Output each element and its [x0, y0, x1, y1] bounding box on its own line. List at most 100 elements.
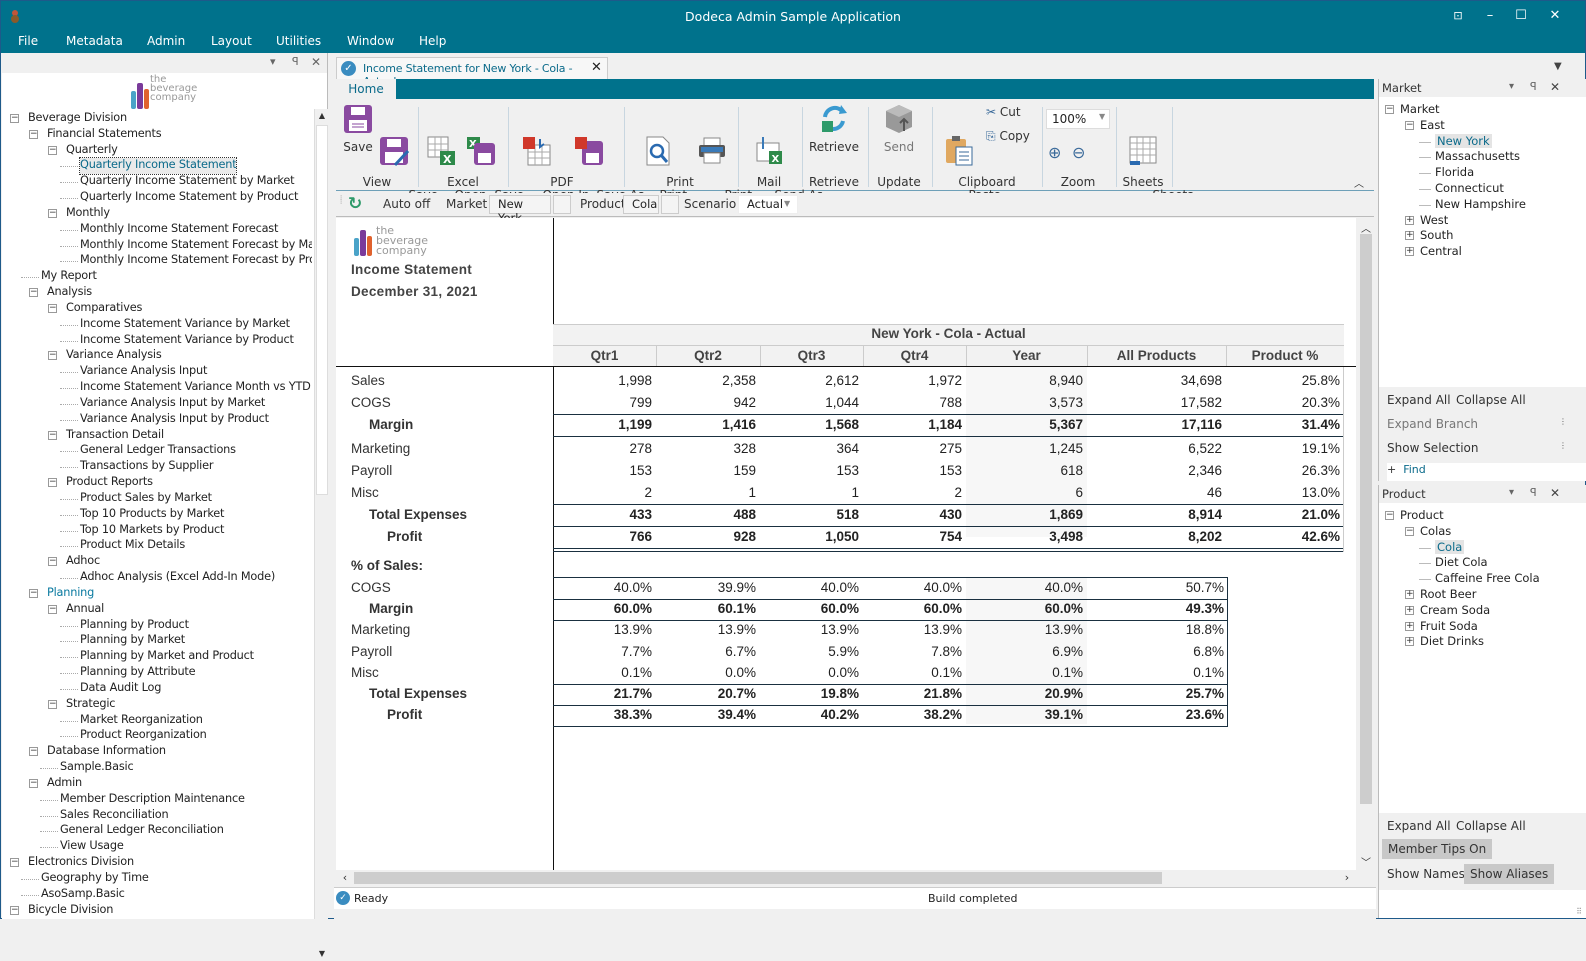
expand-all-button[interactable]: Expand All: [1387, 393, 1451, 407]
data-cell[interactable]: 2: [553, 485, 652, 500]
grid-horizontal-scrollbar[interactable]: ‹ ›: [336, 870, 1356, 886]
minus-expander-icon[interactable]: −: [48, 351, 57, 361]
data-cell[interactable]: 18.8%: [1087, 622, 1224, 637]
data-cell[interactable]: 1,199: [553, 417, 652, 432]
data-cell[interactable]: 13.9%: [863, 622, 962, 637]
tree-item[interactable]: Top 10 Markets by Product: [80, 523, 224, 539]
data-cell[interactable]: 13.9%: [656, 622, 756, 637]
tree-item[interactable]: Monthly Income Statement Forecast by Mar…: [80, 238, 312, 254]
close-window-button[interactable]: ✕: [1545, 7, 1565, 25]
maximize-button[interactable]: ☐: [1511, 7, 1531, 25]
data-cell[interactable]: 0.1%: [966, 665, 1083, 680]
tree-item[interactable]: Product Mix Details: [80, 538, 185, 554]
close-tab-icon[interactable]: ✕: [591, 60, 602, 75]
data-cell[interactable]: 40.0%: [760, 580, 859, 595]
tree-item[interactable]: Fruit Soda: [1420, 619, 1478, 633]
tree-item[interactable]: Bicycle Division: [28, 903, 113, 919]
plus-expander-icon[interactable]: +: [1405, 215, 1414, 225]
data-cell[interactable]: 2,612: [760, 373, 859, 388]
scroll-right-arrow[interactable]: ›: [1340, 871, 1354, 884]
show-selection-button[interactable]: Show Selection: [1387, 441, 1479, 455]
scroll-left-arrow[interactable]: ‹: [338, 871, 352, 884]
tree-item[interactable]: Monthly: [66, 206, 110, 222]
tree-item[interactable]: Annual: [66, 602, 104, 618]
find-link[interactable]: + Find: [1387, 463, 1586, 481]
data-cell[interactable]: 0.1%: [553, 665, 652, 680]
data-cell[interactable]: 8,202: [1087, 529, 1222, 544]
tree-item[interactable]: Monthly Income Statement Forecast: [80, 222, 278, 238]
data-cell[interactable]: 7.7%: [553, 644, 652, 659]
tree-item[interactable]: Comparatives: [66, 301, 142, 317]
data-cell[interactable]: 1,245: [966, 441, 1083, 456]
menu-admin[interactable]: Admin: [147, 34, 185, 48]
data-cell[interactable]: 5,367: [966, 417, 1083, 432]
tree-item[interactable]: Sample.Basic: [60, 760, 134, 776]
close-pane-icon[interactable]: ✕: [311, 55, 321, 69]
tree-item[interactable]: Colas: [1420, 524, 1451, 538]
tree-item[interactable]: Variance Analysis Input by Product: [80, 412, 269, 428]
data-cell[interactable]: 6,522: [1087, 441, 1222, 456]
copy-button[interactable]: ⎘ Copy: [986, 128, 1036, 144]
data-cell[interactable]: 1,050: [760, 529, 859, 544]
tree-item[interactable]: Connecticut: [1435, 181, 1504, 195]
minus-expander-icon[interactable]: −: [48, 303, 57, 313]
overflow-icon[interactable]: ⋮: [1559, 441, 1567, 450]
expand-branch-button[interactable]: Expand Branch: [1387, 417, 1478, 431]
data-cell[interactable]: 2: [863, 485, 962, 500]
tree-item[interactable]: Diet Drinks: [1420, 634, 1484, 648]
data-cell[interactable]: 46: [1087, 485, 1222, 500]
tree-item[interactable]: Planning by Market: [80, 633, 185, 649]
tree-item[interactable]: Variance Analysis: [66, 348, 162, 364]
restore-down-icon[interactable]: ⊡: [1448, 7, 1468, 25]
tree-item[interactable]: Income Statement Variance by Product: [80, 333, 294, 349]
minus-expander-icon[interactable]: −: [48, 208, 57, 218]
tab-list-dropdown-icon[interactable]: ▼: [1554, 61, 1562, 72]
collapse-all-button[interactable]: Collapse All: [1456, 819, 1526, 833]
tree-item[interactable]: Planning by Attribute: [80, 665, 196, 681]
ribbon-tab-home[interactable]: Home: [336, 79, 396, 99]
data-cell[interactable]: 20.7%: [656, 686, 756, 701]
data-cell[interactable]: 618: [966, 463, 1083, 478]
data-cell[interactable]: 928: [656, 529, 756, 544]
tree-item[interactable]: Admin: [47, 776, 82, 792]
grid-vertical-scrollbar[interactable]: ︿ ﹀: [1358, 218, 1374, 870]
tree-item[interactable]: Analysis: [47, 285, 92, 301]
tree-item[interactable]: Monthly Income Statement Forecast by Pro…: [80, 253, 312, 269]
minus-expander-icon[interactable]: −: [48, 145, 57, 155]
minus-expander-icon[interactable]: −: [48, 430, 57, 440]
data-cell[interactable]: 50.7%: [1087, 580, 1224, 595]
tree-item[interactable]: Transactions by Supplier: [80, 459, 213, 475]
market-selector[interactable]: New York: [489, 195, 551, 225]
data-cell[interactable]: 1: [656, 485, 756, 500]
data-cell[interactable]: 42.6%: [1226, 529, 1340, 544]
menu-window[interactable]: Window: [347, 34, 394, 48]
data-cell[interactable]: 799: [553, 395, 652, 410]
data-cell[interactable]: 754: [863, 529, 962, 544]
tree-item[interactable]: View Usage: [60, 839, 124, 855]
pin-icon[interactable]: ꟼ: [1530, 80, 1537, 93]
data-cell[interactable]: 13.9%: [760, 622, 859, 637]
data-cell[interactable]: 1: [760, 485, 859, 500]
tree-item[interactable]: Transaction Detail: [66, 428, 164, 444]
data-cell[interactable]: 0.0%: [656, 665, 756, 680]
tree-item[interactable]: Root Beer: [1420, 587, 1476, 601]
data-cell[interactable]: 0.1%: [1087, 665, 1224, 680]
product-extra-box[interactable]: [661, 195, 679, 214]
data-cell[interactable]: 39.9%: [656, 580, 756, 595]
tree-item[interactable]: Quarterly: [66, 143, 118, 159]
scenario-dropdown-icon[interactable]: ▼: [784, 199, 790, 208]
show-names-button[interactable]: Show Names: [1387, 867, 1465, 881]
data-cell[interactable]: 60.0%: [760, 601, 859, 616]
minus-expander-icon[interactable]: −: [48, 604, 57, 614]
data-cell[interactable]: 21.7%: [553, 686, 652, 701]
data-cell[interactable]: 60.1%: [656, 601, 756, 616]
tree-item[interactable]: Variance Analysis Input by Market: [80, 396, 265, 412]
data-cell[interactable]: 1,869: [966, 507, 1083, 522]
data-cell[interactable]: 0.0%: [760, 665, 859, 680]
data-cell[interactable]: 39.1%: [966, 707, 1083, 722]
tree-item[interactable]: General Ledger Transactions: [80, 443, 236, 459]
data-cell[interactable]: 19.1%: [1226, 441, 1340, 456]
zoom-select[interactable]: 100% ▼: [1046, 109, 1110, 129]
zoom-in-icon[interactable]: ⊕: [1048, 143, 1061, 162]
menu-metadata[interactable]: Metadata: [66, 34, 123, 48]
